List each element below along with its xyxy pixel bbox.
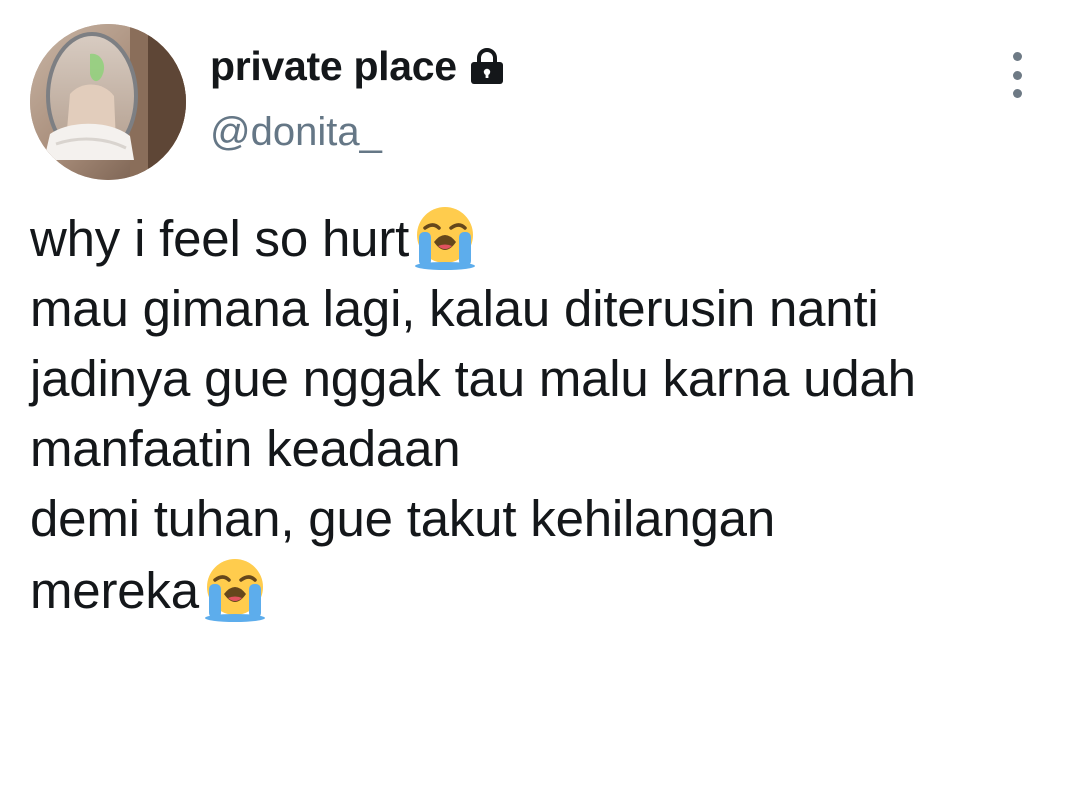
more-vertical-icon-dot	[1012, 89, 1022, 98]
display-name-row: private place	[210, 40, 507, 92]
loudly-crying-face-icon	[201, 554, 269, 622]
tweet-text-segment: mereka	[30, 562, 199, 619]
tweet-text-line: jadinya gue nggak tau malu karna udah	[30, 350, 916, 407]
more-vertical-icon-dot	[1012, 70, 1022, 80]
tweet-text-line: demi tuhan, gue takut kehilangan	[30, 490, 775, 547]
display-name[interactable]: private place	[210, 40, 457, 92]
avatar[interactable]	[30, 24, 186, 180]
tweet-text-line: mau gimana lagi, kalau diterusin nanti	[30, 280, 879, 337]
more-vertical-icon	[1012, 52, 1022, 61]
tweet-header: private place @donita_	[210, 40, 507, 158]
tweet-text-line: manfaatin keadaan	[30, 420, 461, 477]
more-options-button[interactable]	[1000, 52, 1034, 98]
lock-icon	[467, 46, 507, 86]
tweet-text-segment: why i feel so hurt	[30, 210, 410, 267]
tweet-text: why i feel so hurt mau gimana lagi, kala…	[30, 202, 1070, 626]
profile-photo	[30, 24, 186, 180]
tweet-text-line: why i feel so hurt	[30, 202, 1070, 274]
tweet: private place @donita_ why i feel so hur…	[0, 0, 1080, 786]
loudly-crying-face-icon	[411, 202, 479, 270]
user-handle[interactable]: @donita_	[210, 106, 507, 158]
tweet-text-line: mereka	[30, 554, 1070, 626]
